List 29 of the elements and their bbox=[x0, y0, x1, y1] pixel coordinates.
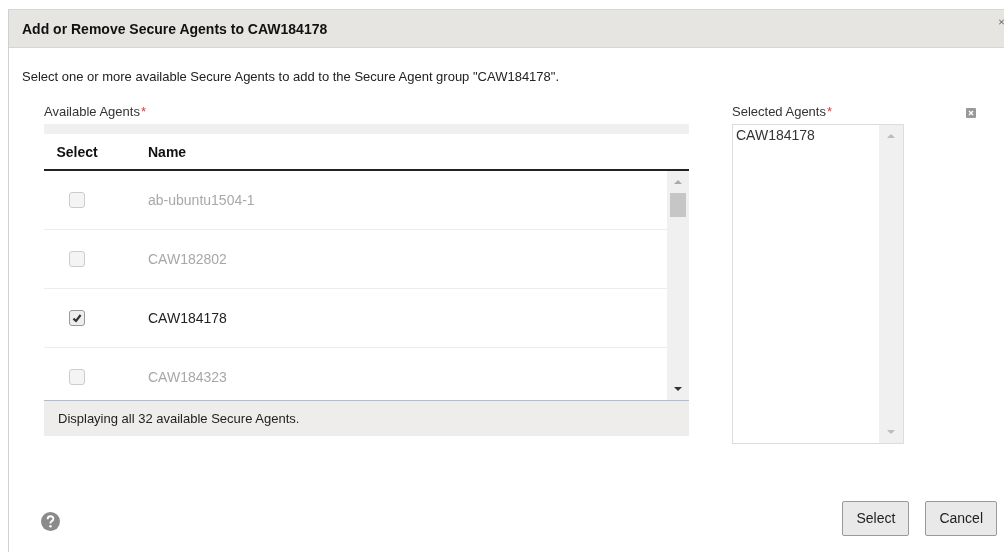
help-icon[interactable] bbox=[41, 511, 60, 531]
select-button[interactable]: Select bbox=[842, 500, 910, 536]
field-label: Selected Agents bbox=[732, 104, 826, 119]
agent-name: CAW184323 bbox=[147, 369, 227, 385]
list-item[interactable]: CAW184178 bbox=[736, 127, 876, 143]
scrollbar[interactable] bbox=[667, 171, 689, 400]
clear-icon[interactable] bbox=[966, 108, 976, 118]
checkbox[interactable] bbox=[69, 251, 85, 267]
checkbox[interactable] bbox=[69, 369, 85, 385]
scrollbar-thumb[interactable] bbox=[670, 193, 686, 217]
dialog-title: Add or Remove Secure Agents to CAW184178 bbox=[22, 20, 328, 37]
required-mark: * bbox=[826, 104, 833, 119]
column-header: Select bbox=[55, 143, 99, 160]
close-icon[interactable] bbox=[999, 18, 1004, 26]
scroll-up-icon[interactable] bbox=[886, 133, 896, 139]
checkbox[interactable] bbox=[69, 310, 85, 326]
column-header: Name bbox=[147, 143, 187, 160]
instruction-text: Select one or more available Secure Agents to add to the Secure Agent group "CAW184178". bbox=[22, 69, 561, 84]
agent-name: CAW182802 bbox=[147, 251, 227, 267]
checkbox[interactable] bbox=[69, 192, 85, 208]
scrollbar[interactable] bbox=[879, 125, 903, 443]
cancel-button[interactable]: Cancel bbox=[925, 500, 997, 536]
scroll-down-icon[interactable] bbox=[673, 386, 683, 392]
required-mark: * bbox=[140, 104, 146, 119]
scroll-up-icon[interactable] bbox=[673, 179, 683, 185]
field-label: Available Agents bbox=[44, 104, 140, 119]
agent-name: ab-ubuntu1504-1 bbox=[147, 192, 255, 208]
agent-name: CAW184178 bbox=[147, 310, 227, 326]
table-footer-text: Displaying all 32 available Secure Agents. bbox=[44, 400, 689, 436]
